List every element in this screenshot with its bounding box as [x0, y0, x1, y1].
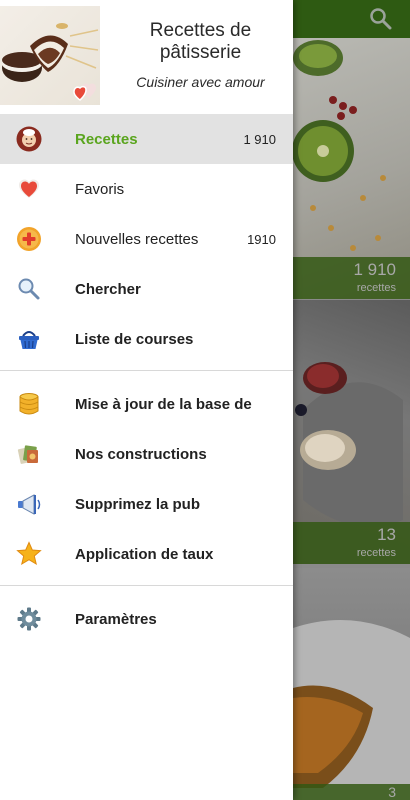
menu-item-label: Recettes [75, 130, 138, 148]
menu-item-our-apps[interactable]: Nos constructions [0, 429, 293, 479]
menu-item-rate-app[interactable]: Application de taux [0, 529, 293, 579]
menu-item-recipes[interactable]: Recettes 1 910 [0, 114, 293, 164]
shopping-basket-icon [19, 331, 39, 349]
menu-item-label: Nouvelles recettes [75, 230, 199, 248]
card-count-bar: 1 910 recettes [293, 257, 410, 299]
category-card[interactable]: 3 [293, 568, 410, 800]
card-count: 1 910 [353, 260, 396, 279]
navigation-drawer: Recettes de pâtisserie Cuisiner avec amo… [0, 0, 293, 800]
card-count: 3 [388, 784, 396, 800]
menu-item-count: 1 910 [243, 131, 276, 147]
apps-icon [17, 445, 38, 464]
menu-item-label: Application de taux [75, 545, 214, 563]
menu-item-label: Nos constructions [75, 445, 207, 463]
menu-item-new-recipes[interactable]: Nouvelles recettes 1910 [0, 214, 293, 264]
search-icon[interactable] [368, 6, 394, 32]
star-icon [16, 541, 42, 566]
menu-item-label: Liste de courses [75, 330, 194, 348]
card-photo [293, 620, 410, 800]
category-card[interactable]: 13 recettes [293, 300, 410, 564]
menu-item-label: Supprimez la pub [75, 495, 201, 513]
plus-circle-icon [17, 227, 41, 251]
card-count: 13 [377, 525, 396, 544]
card-count-bar: 13 recettes [293, 522, 410, 564]
menu-divider [0, 585, 293, 586]
header-image [0, 6, 100, 105]
gear-icon [17, 607, 41, 631]
menu-item-count: 1910 [247, 231, 276, 247]
search-icon [18, 278, 40, 300]
megaphone-icon [18, 494, 41, 515]
app-subtitle: Cuisiner avec amour [136, 74, 265, 90]
menu-item-database-update[interactable]: Mise à jour de la base de [0, 379, 293, 429]
menu-item-label: Chercher [75, 280, 141, 298]
heart-icon [19, 179, 39, 198]
menu-item-favorites[interactable]: Favoris [0, 164, 293, 214]
menu-item-search[interactable]: Chercher [0, 264, 293, 314]
card-count-bar: 3 [293, 784, 410, 800]
menu-item-label: Paramètres [75, 610, 157, 628]
drawer-header: Recettes de pâtisserie Cuisiner avec amo… [0, 0, 293, 114]
menu-item-label: Mise à jour de la base de [75, 395, 252, 413]
card-count-label: recettes [356, 282, 396, 294]
database-icon [19, 393, 39, 415]
menu-item-shopping-list[interactable]: Liste de courses [0, 314, 293, 364]
app-title: Recettes de pâtisserie [149, 20, 252, 63]
menu-item-label: Favoris [75, 180, 125, 198]
menu-item-settings[interactable]: Paramètres [0, 594, 293, 644]
menu-divider [0, 370, 293, 371]
card-count-label: recettes [356, 547, 396, 559]
menu-item-remove-ads[interactable]: Supprimez la pub [0, 479, 293, 529]
category-card[interactable]: 1 910 recettes [293, 38, 410, 299]
chef-icon [16, 126, 42, 152]
